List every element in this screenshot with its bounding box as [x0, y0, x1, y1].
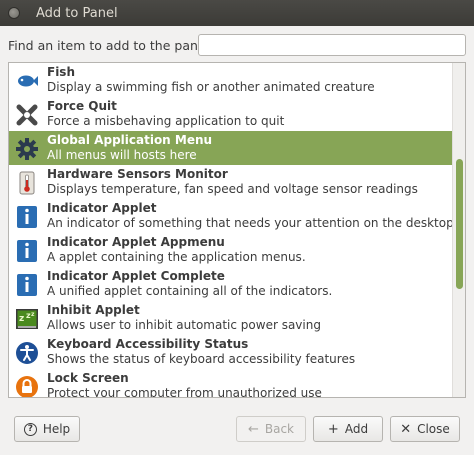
- add-button-label: Add: [344, 422, 369, 436]
- item-description: Shows the status of keyboard accessibili…: [47, 352, 356, 366]
- item-name: Indicator Applet Complete: [47, 269, 225, 283]
- list-item-hardware-sensors-monitor[interactable]: Hardware Sensors Monitor Displays temper…: [9, 165, 453, 199]
- item-name: Indicator Applet Appmenu: [47, 235, 225, 249]
- add-button[interactable]: + Add: [313, 416, 383, 442]
- list-item-inhibit-applet[interactable]: z z z Inhibit Applet Allows user to inhi…: [9, 301, 453, 335]
- fish-icon: [15, 69, 39, 93]
- thermometer-icon: [15, 171, 39, 195]
- info-icon: [15, 273, 39, 297]
- applet-list[interactable]: Fish Display a swimming fish or another …: [8, 62, 466, 398]
- close-window-icon[interactable]: [8, 7, 20, 19]
- plus-icon: +: [327, 421, 339, 437]
- svg-text:z: z: [31, 311, 35, 318]
- window-titlebar: Add to Panel: [0, 0, 474, 26]
- item-name: Inhibit Applet: [47, 303, 140, 317]
- search-row: Find an item to add to the panel:: [8, 34, 466, 56]
- help-button[interactable]: ? Help: [14, 416, 80, 442]
- list-item-force-quit[interactable]: Force Quit Force a misbehaving applicati…: [9, 97, 453, 131]
- close-button[interactable]: ✕ Close: [390, 416, 460, 442]
- search-input[interactable]: [198, 34, 466, 56]
- item-name: Keyboard Accessibility Status: [47, 337, 249, 351]
- arrow-left-icon: ←: [247, 421, 259, 437]
- info-icon: [15, 239, 39, 263]
- svg-text:z: z: [19, 314, 24, 324]
- window-title: Add to Panel: [36, 5, 118, 21]
- close-icon: ✕: [400, 421, 412, 437]
- item-description: All menus will hosts here: [47, 148, 197, 162]
- item-name: Force Quit: [47, 99, 117, 113]
- help-button-label: Help: [42, 422, 71, 436]
- item-description: Protect your computer from unauthorized …: [47, 386, 322, 398]
- item-name: Hardware Sensors Monitor: [47, 167, 228, 181]
- accessibility-icon: [15, 341, 39, 365]
- list-item-fish[interactable]: Fish Display a swimming fish or another …: [9, 63, 453, 97]
- lock-icon: [15, 375, 39, 397]
- info-icon: [15, 205, 39, 229]
- scrollbar-thumb[interactable]: [456, 159, 463, 289]
- back-button-label: Back: [264, 422, 295, 436]
- item-description: A unified applet containing all of the i…: [47, 284, 333, 298]
- inhibit-icon: z z z: [15, 307, 39, 331]
- list-item-lock-screen[interactable]: Lock Screen Protect your computer from u…: [9, 369, 453, 398]
- help-icon: ?: [23, 422, 37, 436]
- list-item-keyboard-accessibility-status[interactable]: Keyboard Accessibility Status Shows the …: [9, 335, 453, 369]
- item-name: Fish: [47, 65, 75, 79]
- item-name: Lock Screen: [47, 371, 129, 385]
- list-item-indicator-applet-complete[interactable]: Indicator Applet Complete A unified appl…: [9, 267, 453, 301]
- item-description: Allows user to inhibit automatic power s…: [47, 318, 321, 332]
- force-quit-icon: [15, 103, 39, 127]
- gear-icon: [15, 137, 39, 161]
- item-description: A applet containing the application menu…: [47, 250, 306, 264]
- item-description: An indicator of something that needs you…: [47, 216, 454, 230]
- list-item-global-application-menu[interactable]: Global Application Menu All menus will h…: [9, 131, 453, 165]
- list-scrollbar[interactable]: [452, 63, 465, 397]
- close-button-label: Close: [417, 422, 450, 436]
- item-name: Indicator Applet: [47, 201, 157, 215]
- list-item-indicator-applet-appmenu[interactable]: Indicator Applet Appmenu A applet contai…: [9, 233, 453, 267]
- item-description: Force a misbehaving application to quit: [47, 114, 285, 128]
- item-description: Displays temperature, fan speed and volt…: [47, 182, 418, 196]
- item-description: Display a swimming fish or another anima…: [47, 80, 375, 94]
- back-button[interactable]: ← Back: [236, 416, 306, 442]
- button-bar: ? Help ← Back + Add ✕ Close: [0, 416, 474, 442]
- search-label: Find an item to add to the panel:: [8, 37, 214, 53]
- list-item-indicator-applet[interactable]: Indicator Applet An indicator of somethi…: [9, 199, 454, 233]
- item-name: Global Application Menu: [47, 133, 213, 147]
